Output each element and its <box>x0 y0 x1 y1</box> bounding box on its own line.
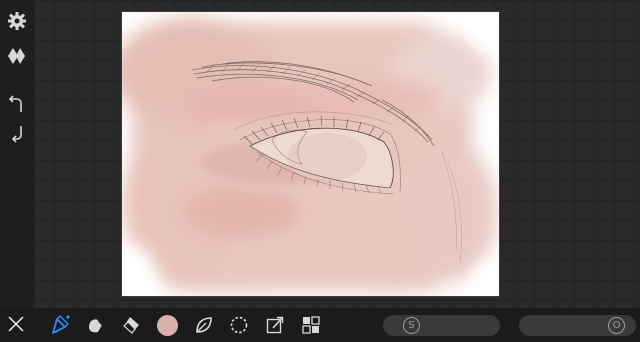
grid-layout-icon <box>302 316 320 334</box>
layout-tool[interactable] <box>298 312 324 338</box>
settings-button[interactable] <box>4 8 30 34</box>
pencil-brush-icon <box>52 315 70 334</box>
transform-tool[interactable] <box>262 312 288 338</box>
leaf-icon <box>196 317 212 333</box>
redo-button[interactable] <box>4 121 30 147</box>
brush-opacity-slider[interactable]: O <box>519 315 636 336</box>
eraser-icon <box>123 317 139 334</box>
size-knob-label: S <box>408 320 415 331</box>
size-slider-knob[interactable]: S <box>403 317 420 334</box>
undo-icon <box>8 95 22 112</box>
lasso-select-icon <box>230 316 248 334</box>
drawing-canvas[interactable] <box>122 12 499 296</box>
layers-button[interactable] <box>4 43 30 69</box>
selection-tool[interactable] <box>226 312 252 338</box>
smudge-icon <box>89 319 103 333</box>
left-rail <box>0 0 34 308</box>
eraser-tool[interactable] <box>118 312 144 338</box>
close-button[interactable] <box>3 311 29 337</box>
redo-icon <box>11 126 22 143</box>
current-color-swatch[interactable] <box>157 315 178 336</box>
opacity-knob-label: O <box>612 320 621 331</box>
adjustments-tool[interactable] <box>191 312 217 338</box>
close-icon <box>8 316 24 332</box>
gear-icon <box>8 12 26 30</box>
layers-diamond-icon <box>8 48 25 64</box>
undo-button[interactable] <box>4 91 30 117</box>
brush-size-slider[interactable]: S <box>383 315 500 336</box>
eye-painting <box>122 12 499 296</box>
smudge-tool[interactable] <box>83 312 109 338</box>
transform-icon <box>266 316 284 334</box>
brush-tool[interactable] <box>47 312 73 338</box>
opacity-slider-knob[interactable]: O <box>608 317 625 334</box>
